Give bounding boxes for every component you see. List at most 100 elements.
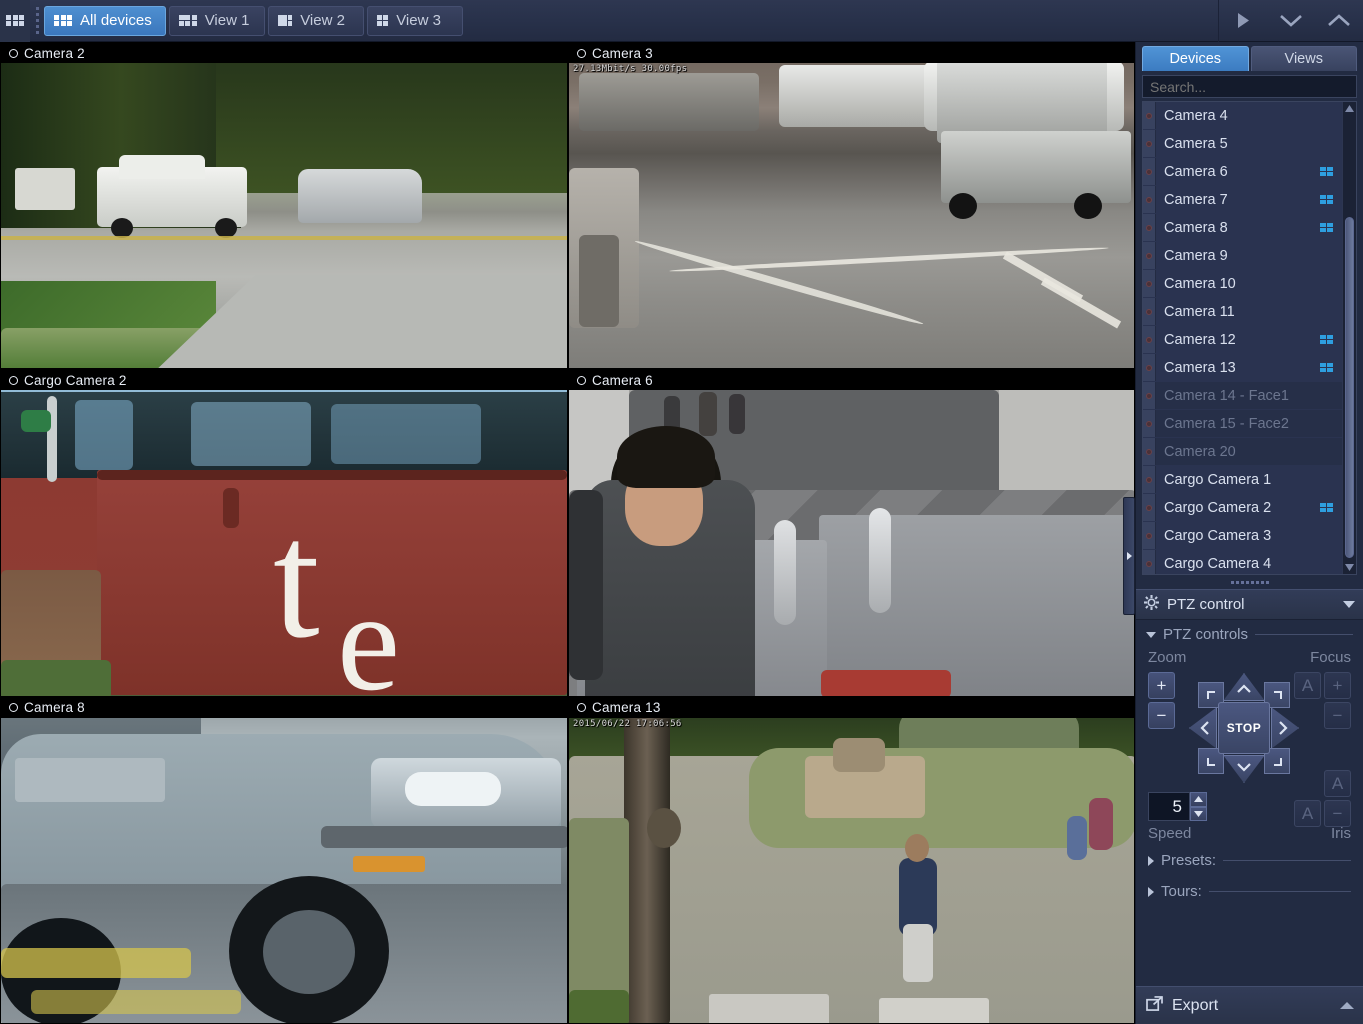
device-status-indicator: [1143, 410, 1156, 437]
video-tile-cargo-camera-2[interactable]: t e Cargo Camera 2: [0, 369, 568, 697]
device-list[interactable]: Camera 4 Camera 5 Camera 6 Camera 7 Camera 8…: [1143, 102, 1342, 574]
camera-bullet-icon: [1146, 532, 1152, 539]
speed-iris-labels: Speed Iris: [1148, 825, 1351, 842]
panel-resize-grip[interactable]: [1136, 575, 1363, 589]
tours-expand-icon[interactable]: [1148, 886, 1154, 897]
scroll-up-arrow-icon[interactable]: [1343, 102, 1356, 115]
record-indicator-icon: [9, 375, 18, 385]
device-list-item[interactable]: Camera 11: [1143, 298, 1342, 326]
panel-collapse-handle[interactable]: [1123, 497, 1135, 615]
zoom-out-button[interactable]: −: [1148, 702, 1175, 729]
toolbar-drag-handle[interactable]: [30, 0, 44, 42]
record-indicator-icon: [9, 48, 18, 58]
speed-increment-button[interactable]: [1190, 792, 1207, 807]
speed-decrement-button[interactable]: [1190, 806, 1207, 821]
presets-expand-icon[interactable]: [1148, 855, 1154, 866]
chevron-up-icon[interactable]: [1315, 0, 1363, 42]
ptz-stop-button[interactable]: STOP: [1218, 702, 1270, 754]
camera-bullet-icon: [1146, 280, 1152, 287]
device-list-item[interactable]: Cargo Camera 4: [1143, 550, 1342, 574]
ptz-controls-label: PTZ controls: [1163, 626, 1249, 643]
ptz-up-button[interactable]: [1223, 673, 1265, 701]
ptz-panel-collapse-icon[interactable]: [1343, 601, 1355, 608]
video-tile-header: Camera 6: [569, 370, 1134, 391]
zoom-in-button[interactable]: +: [1148, 672, 1175, 699]
export-expand-icon[interactable]: [1340, 1002, 1354, 1009]
device-status-indicator: [1143, 102, 1156, 129]
device-status-indicator: [1143, 466, 1156, 493]
chevron-down-icon[interactable]: [1267, 0, 1315, 42]
tab-all-devices[interactable]: All devices: [44, 5, 166, 36]
tab-devices[interactable]: Devices: [1142, 46, 1249, 71]
device-layout-icon: [1319, 166, 1333, 177]
tab-views-label: Views: [1284, 51, 1323, 67]
focus-out-button[interactable]: −: [1324, 702, 1351, 729]
tab-view-1[interactable]: View 1: [168, 5, 265, 36]
speed-stepper: [1190, 792, 1207, 821]
device-list-item-label: Cargo Camera 3: [1164, 527, 1272, 544]
video-tile-camera-13[interactable]: Camera 13 2015/06/22 17:06:56: [568, 696, 1135, 1024]
ptz-panel-header[interactable]: PTZ control: [1136, 589, 1363, 620]
grid-3x2-glyph: [6, 14, 24, 27]
iris-label: Iris: [1331, 825, 1351, 842]
device-list-item[interactable]: Cargo Camera 1: [1143, 466, 1342, 494]
speed-value[interactable]: 5: [1148, 792, 1190, 821]
export-panel-header[interactable]: Export: [1136, 986, 1363, 1024]
camera-bullet-icon: [1146, 308, 1152, 315]
iris-close-button[interactable]: −: [1324, 800, 1351, 827]
device-list-item[interactable]: Camera 15 - Face2: [1143, 410, 1342, 438]
video-tile-camera-8[interactable]: Camera 8: [0, 696, 568, 1024]
device-list-item[interactable]: Camera 6: [1143, 158, 1342, 186]
tab-view-2[interactable]: View 2: [267, 5, 364, 36]
zoom-label: Zoom: [1148, 649, 1187, 666]
video-tile-camera-3[interactable]: Camera 3 27.13Mbit/s 30.00fps: [568, 42, 1135, 370]
video-tile-header: Camera 3: [569, 43, 1134, 63]
device-list-item[interactable]: Camera 13: [1143, 354, 1342, 382]
tab-view-3[interactable]: View 3: [366, 5, 463, 36]
iris-open-button[interactable]: A: [1294, 800, 1321, 827]
device-list-item-label: Camera 4: [1164, 107, 1228, 124]
video-tile-title: Camera 3: [592, 45, 653, 61]
video-tile-osd-timestamp: 2015/06/22 17:06:56: [573, 718, 682, 729]
device-list-item[interactable]: Camera 20: [1143, 438, 1342, 466]
ptz-down-button[interactable]: [1223, 755, 1265, 783]
device-list-item[interactable]: Camera 7: [1143, 186, 1342, 214]
search-input[interactable]: [1142, 75, 1357, 98]
device-layout-icon: [1319, 194, 1333, 205]
device-list-item[interactable]: Camera 5: [1143, 130, 1342, 158]
layout-grid-icon[interactable]: [0, 0, 30, 42]
device-list-scrollbar[interactable]: [1342, 102, 1356, 574]
device-list-item[interactable]: Camera 14 - Face1: [1143, 382, 1342, 410]
scroll-down-arrow-icon[interactable]: [1343, 561, 1356, 574]
view-tabs: All devices View 1 View 2 View 3: [44, 0, 463, 42]
play-icon[interactable]: [1219, 0, 1267, 42]
device-list-item[interactable]: Cargo Camera 2: [1143, 494, 1342, 522]
presets-section-header[interactable]: Presets:: [1148, 852, 1351, 869]
device-status-indicator: [1143, 382, 1156, 409]
ptz-controls-expand-icon[interactable]: [1146, 631, 1156, 638]
camera-bullet-icon: [1146, 448, 1152, 455]
ptz-left-button[interactable]: [1189, 707, 1217, 749]
device-list-item-label: Camera 5: [1164, 135, 1228, 152]
tours-section-header[interactable]: Tours:: [1148, 883, 1351, 900]
device-list-item[interactable]: Camera 12: [1143, 326, 1342, 354]
ptz-controls-section-header[interactable]: PTZ controls: [1146, 626, 1353, 643]
video-grid: Camera 2 Camera 3 27.13Mbit/s 30.00fps t…: [0, 42, 1135, 1024]
search-container: [1136, 74, 1363, 101]
record-indicator-icon: [9, 703, 18, 713]
device-list-item[interactable]: Camera 8: [1143, 214, 1342, 242]
device-list-item[interactable]: Camera 9: [1143, 242, 1342, 270]
device-list-item[interactable]: Camera 10: [1143, 270, 1342, 298]
iris-auto-button[interactable]: A: [1324, 770, 1351, 797]
focus-auto-button[interactable]: A: [1294, 672, 1321, 699]
device-list-item-label: Camera 9: [1164, 247, 1228, 264]
device-list-item[interactable]: Camera 4: [1143, 102, 1342, 130]
video-tile-camera-2[interactable]: Camera 2: [0, 42, 568, 370]
tab-views[interactable]: Views: [1250, 46, 1357, 71]
device-list-item[interactable]: Cargo Camera 3: [1143, 522, 1342, 550]
layout-view1-icon: [178, 14, 197, 27]
scrollbar-thumb[interactable]: [1345, 217, 1354, 558]
video-tile-camera-6[interactable]: Camera 6: [568, 369, 1135, 697]
focus-in-button[interactable]: +: [1324, 672, 1351, 699]
ptz-right-button[interactable]: [1271, 707, 1299, 749]
